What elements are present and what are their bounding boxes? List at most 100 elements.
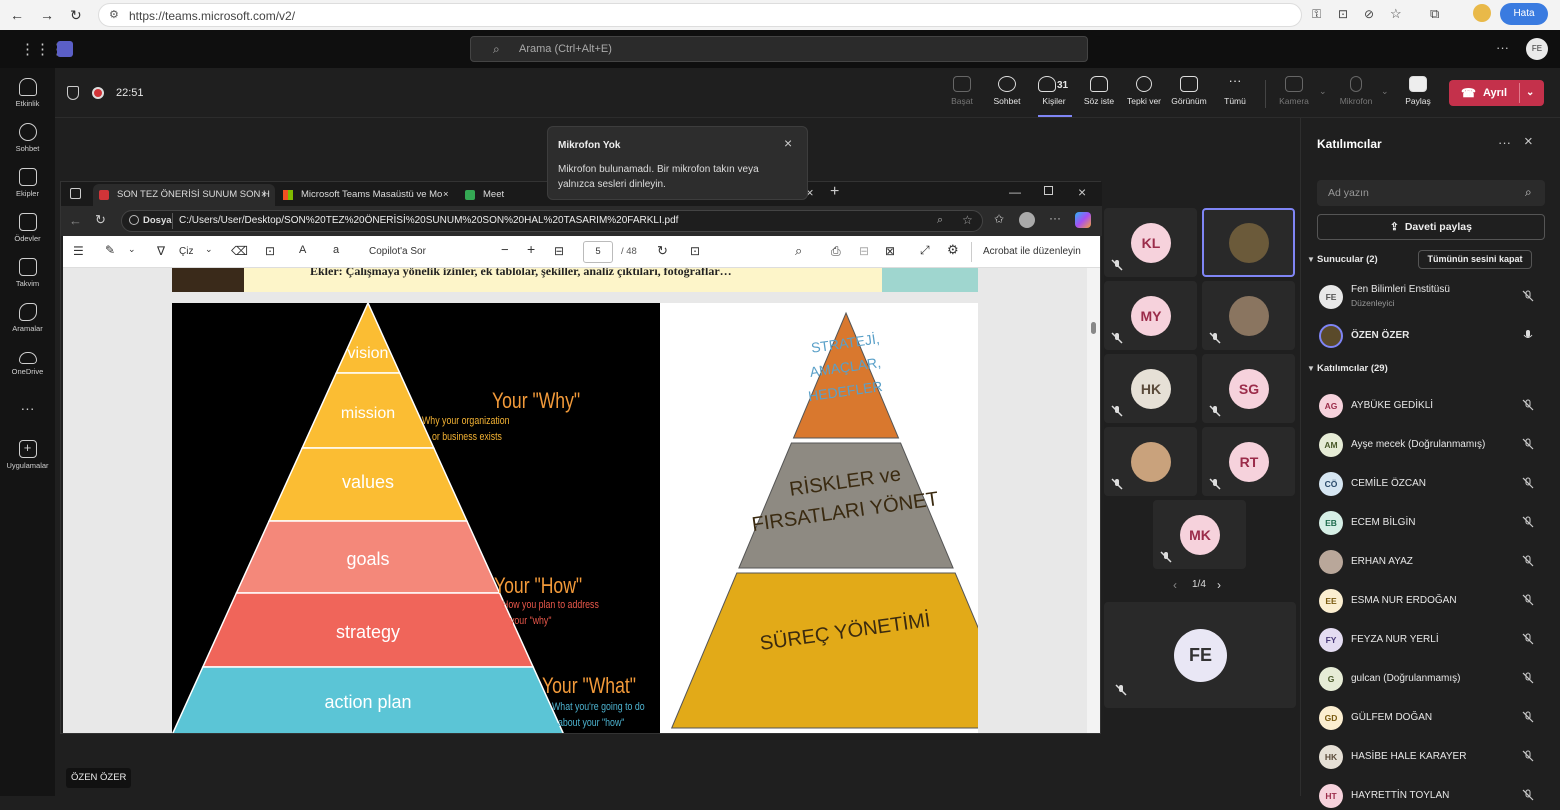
- zoom-icon[interactable]: ⌕: [937, 214, 943, 227]
- copilot-ask-button[interactable]: Copilot'a Sor: [369, 246, 426, 257]
- reload-icon[interactable]: ↻: [70, 7, 82, 24]
- zoom-in-icon[interactable]: +: [527, 241, 535, 257]
- participant-search-input[interactable]: Ad yazın ⌕: [1317, 180, 1545, 206]
- read-aloud-icon[interactable]: A: [299, 244, 306, 256]
- highlight-icon[interactable]: ✎: [105, 243, 115, 257]
- close-icon[interactable]: ×: [784, 135, 792, 151]
- participant-tile-my[interactable]: MY: [1104, 281, 1197, 350]
- scrollbar-thumb[interactable]: [1091, 322, 1096, 334]
- participant-tile-photo-3[interactable]: [1104, 427, 1197, 496]
- page-view-icon[interactable]: ⊡: [690, 244, 700, 258]
- participant-tile-hk[interactable]: HK: [1104, 354, 1197, 423]
- participant-tile-photo-1[interactable]: [1202, 208, 1295, 277]
- profile-error-button[interactable]: Hata: [1500, 3, 1548, 25]
- save-as-icon[interactable]: ⊠: [885, 244, 895, 258]
- toolbar-raise-hand-button[interactable]: Söz iste: [1075, 76, 1123, 106]
- rail-item-calendar[interactable]: Takvim: [0, 258, 55, 288]
- highlight-chevron-icon[interactable]: ⌄: [128, 244, 136, 255]
- participant-row[interactable]: EB ECEM BİLGİN: [1317, 507, 1547, 537]
- shared-address-bar[interactable]: Dosya C:/Users/User/Desktop/SON%20TEZ%20…: [121, 210, 983, 232]
- contents-icon[interactable]: ☰: [73, 244, 84, 258]
- extensions-icon[interactable]: ⧉: [1430, 6, 1439, 22]
- profile-icon[interactable]: [1473, 4, 1491, 22]
- close-window-icon[interactable]: ×: [1078, 184, 1086, 200]
- fullscreen-icon[interactable]: ⤢: [920, 243, 930, 258]
- participant-row[interactable]: AG AYBÜKE GEDİKLİ: [1317, 390, 1547, 420]
- draw-button[interactable]: Çiz: [179, 246, 193, 257]
- mic-muted-icon[interactable]: [1521, 289, 1535, 303]
- search-icon[interactable]: ⌕: [795, 243, 802, 259]
- mic-muted-icon[interactable]: [1521, 476, 1535, 490]
- participant-tile-sg[interactable]: SG: [1202, 354, 1295, 423]
- user-avatar[interactable]: FE: [1526, 38, 1548, 60]
- zoom-out-icon[interactable]: −: [501, 242, 509, 257]
- more-icon[interactable]: ···: [1049, 211, 1061, 225]
- mic-muted-icon[interactable]: [1521, 437, 1535, 451]
- settings-icon[interactable]: ⚙: [947, 242, 959, 258]
- mic-on-icon[interactable]: [1521, 328, 1535, 342]
- participant-tile-photo-2[interactable]: [1202, 281, 1295, 350]
- draw-chevron-icon[interactable]: ⌄: [205, 244, 213, 255]
- participant-row[interactable]: HK HASİBE HALE KARAYER: [1317, 741, 1547, 771]
- fit-page-icon[interactable]: ⊟: [554, 244, 564, 258]
- eye-off-icon[interactable]: ⊘: [1364, 7, 1374, 21]
- participant-row[interactable]: ERHAN AYAZ: [1317, 546, 1547, 576]
- copilot-icon[interactable]: [1075, 212, 1091, 228]
- toolbar-mic-button[interactable]: Mikrofon: [1332, 76, 1380, 106]
- install-icon[interactable]: ⊡: [1338, 7, 1348, 21]
- pager-next-icon[interactable]: ›: [1217, 578, 1221, 592]
- mic-muted-icon[interactable]: [1521, 554, 1535, 568]
- toolbar-camera-button[interactable]: Kamera: [1270, 76, 1318, 106]
- mic-muted-icon[interactable]: [1521, 710, 1535, 724]
- mic-muted-icon[interactable]: [1521, 398, 1535, 412]
- key-icon[interactable]: ⚿: [1312, 7, 1321, 22]
- tab-pdf[interactable]: SON TEZ ÖNERİSİ SUNUM SON H ×: [93, 184, 275, 206]
- toolbar-start-button[interactable]: Başat: [938, 76, 986, 106]
- minimize-icon[interactable]: —: [1009, 185, 1021, 199]
- maximize-icon[interactable]: [1044, 186, 1053, 195]
- rail-item-activity[interactable]: Etkinlik: [0, 78, 55, 108]
- rail-item-assignments[interactable]: Ödevler: [0, 213, 55, 243]
- mic-muted-icon[interactable]: [1521, 671, 1535, 685]
- mic-muted-icon[interactable]: [1521, 593, 1535, 607]
- more-options-icon[interactable]: ···: [1496, 40, 1509, 55]
- text-icon[interactable]: ⊡: [265, 244, 275, 258]
- toolbar-more-button[interactable]: ··· Tümü: [1211, 74, 1259, 106]
- profile-icon[interactable]: [1019, 212, 1035, 228]
- toolbar-share-button[interactable]: Paylaş: [1394, 76, 1442, 106]
- translate-icon[interactable]: a: [333, 244, 339, 256]
- back-icon[interactable]: ←: [69, 213, 82, 228]
- draw-icon[interactable]: ∇: [157, 244, 165, 258]
- participant-tile-rt[interactable]: RT: [1202, 427, 1295, 496]
- rail-more-icon[interactable]: ···: [0, 400, 55, 416]
- save-icon[interactable]: ⊟: [859, 244, 869, 258]
- camera-chevron-icon[interactable]: ⌄: [1319, 86, 1327, 97]
- close-panel-icon[interactable]: ×: [1524, 133, 1533, 150]
- collapse-icon[interactable]: ▼: [1307, 255, 1315, 264]
- participant-tile-kl[interactable]: KL: [1104, 208, 1197, 277]
- tab-teams[interactable]: Microsoft Teams Masaüstü ve Mo ×: [277, 184, 457, 206]
- rail-item-apps[interactable]: + Uygulamalar: [0, 440, 55, 470]
- self-video-tile[interactable]: FE: [1104, 602, 1296, 708]
- address-bar[interactable]: ⚙ https://teams.microsoft.com/v2/: [98, 3, 1302, 27]
- rail-item-teams[interactable]: Ekipler: [0, 168, 55, 198]
- participant-row[interactable]: EE ESMA NUR ERDOĞAN: [1317, 585, 1547, 615]
- new-tab-icon[interactable]: +: [830, 183, 839, 201]
- mic-chevron-icon[interactable]: ⌄: [1381, 86, 1389, 97]
- star-icon[interactable]: ☆: [1390, 6, 1402, 22]
- tab-close-icon[interactable]: ×: [261, 184, 267, 206]
- erase-icon[interactable]: ⌫: [231, 244, 248, 258]
- participant-row[interactable]: HT HAYRETTİN TOYLAN: [1317, 780, 1547, 810]
- participant-tile-mk[interactable]: MK: [1153, 500, 1246, 569]
- toolbar-people-button[interactable]: 31 Kişiler: [1030, 76, 1078, 117]
- participant-row[interactable]: FY FEYZA NUR YERLİ: [1317, 624, 1547, 654]
- participant-row[interactable]: Ggulcan (Doğrulanmamış): [1317, 663, 1547, 693]
- tab-actions-icon[interactable]: [70, 188, 81, 199]
- pager-prev-icon[interactable]: ‹: [1173, 578, 1177, 592]
- mute-all-button[interactable]: Tümünün sesini kapat: [1418, 250, 1532, 269]
- tab-meet[interactable]: Meet: [459, 184, 549, 206]
- acrobat-edit-button[interactable]: Acrobat ile düzenleyin: [983, 246, 1081, 257]
- forward-icon[interactable]: →: [40, 7, 54, 23]
- leave-button[interactable]: ☎ Ayrıl ⌄: [1449, 80, 1544, 106]
- mic-muted-icon[interactable]: [1521, 632, 1535, 646]
